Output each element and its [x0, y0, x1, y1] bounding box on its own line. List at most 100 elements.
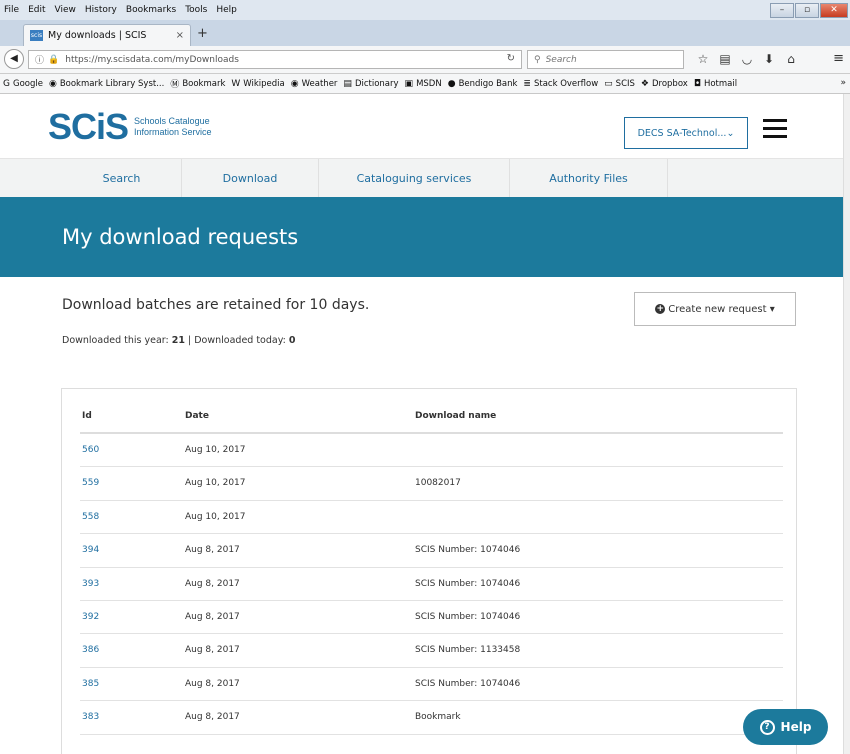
info-icon[interactable]: ⓘ [35, 53, 44, 66]
page-scrollbar[interactable] [843, 94, 850, 754]
create-request-button[interactable]: + Create new request ▾ [634, 292, 796, 326]
nav-authority-files[interactable]: Authority Files [510, 159, 668, 198]
question-icon: ? [759, 719, 775, 735]
table-row: 393 Aug 8, 2017 SCIS Number: 1074046 [80, 568, 783, 601]
msdn-icon: ▣ [404, 78, 414, 89]
site-nav: Search Download Cataloguing services Aut… [0, 158, 843, 198]
home-icon[interactable]: ⌂ [780, 52, 802, 66]
search-input[interactable] [545, 54, 666, 65]
back-icon[interactable]: ◀ [4, 49, 24, 69]
downloads-table: Id Date Download name 560 Aug 10, 2017 5… [61, 388, 797, 754]
new-tab-icon[interactable]: + [197, 26, 208, 41]
bookmark-item[interactable]: Ⓜ Bookmark [170, 77, 225, 91]
bookmark-item[interactable]: ◉ Bookmark Library Syst... [49, 79, 164, 89]
table-row: 386 Aug 8, 2017 SCIS Number: 1133458 [80, 634, 783, 668]
toolbar-icons: ☆ ▤ ◡ ⬇ ⌂ [692, 52, 802, 66]
row-date: Aug 8, 2017 [185, 545, 240, 556]
lock-icon: 🔒 [48, 54, 60, 65]
bookmarks-bar: G Google ◉ Bookmark Library Syst... Ⓜ Bookm… [0, 74, 850, 94]
table-row: 385 Aug 8, 2017 SCIS Number: 1074046 [80, 668, 783, 702]
row-id-link[interactable]: 383 [82, 712, 99, 722]
menu-help[interactable]: Help [216, 5, 237, 15]
menu-edit[interactable]: Edit [28, 5, 45, 15]
row-date: Aug 10, 2017 [185, 511, 246, 522]
header-id: Id [82, 411, 92, 421]
bookmark-item[interactable]: ▣ MSDN [405, 79, 442, 89]
bookmark-item[interactable]: ❖ Dropbox [641, 79, 688, 89]
logo-mark: SCiS [48, 106, 129, 147]
pocket-icon[interactable]: ◡ [736, 52, 758, 66]
today-count: 0 [288, 335, 296, 346]
search-icon: ⚲ [534, 54, 541, 65]
minimize-icon[interactable]: – [770, 3, 794, 18]
row-id-link[interactable]: 559 [82, 478, 99, 488]
row-id-link[interactable]: 386 [82, 645, 99, 655]
page-title: My download requests [62, 225, 299, 249]
bookmark-item[interactable]: W Wikipedia [231, 79, 284, 89]
reload-icon[interactable]: ↻ [507, 53, 515, 64]
bookmark-item[interactable]: ◉ Weather [291, 79, 338, 89]
bookmark-icon: Ⓜ [170, 80, 180, 90]
account-dropdown[interactable]: DECS SA-Technol... ⌄ [624, 117, 748, 149]
nav-cataloguing-services[interactable]: Cataloguing services [319, 159, 510, 198]
nav-search[interactable]: Search [62, 159, 182, 198]
row-id-link[interactable]: 560 [82, 445, 99, 455]
row-date: Aug 8, 2017 [185, 612, 240, 622]
browser-menu-icon[interactable]: ≡ [833, 51, 844, 66]
bookmark-item[interactable]: G Google [3, 79, 43, 89]
page-banner: My download requests [0, 197, 843, 277]
plus-circle-icon: + [655, 304, 666, 314]
help-button[interactable]: ? Help [743, 709, 828, 745]
hamburger-menu-icon[interactable] [763, 119, 787, 143]
wikipedia-icon: W [231, 78, 241, 89]
site-header: SCiS Schools Catalogue Information Servi… [0, 94, 843, 158]
row-name: Bookmark [415, 712, 461, 723]
tab-strip: scis My downloads | SCIS × + [0, 20, 850, 46]
weather-icon: ◉ [290, 78, 299, 89]
star-bookmark-icon[interactable]: ☆ [692, 52, 714, 66]
table-row: 392 Aug 8, 2017 SCIS Number: 1074046 [80, 601, 783, 635]
scis-logo[interactable]: SCiS Schools Catalogue Information Servi… [48, 109, 212, 145]
stackoverflow-icon: ≣ [523, 78, 531, 89]
menu-view[interactable]: View [55, 5, 76, 15]
bookmark-item[interactable]: ▤ Dictionary [343, 79, 398, 89]
menu-tools[interactable]: Tools [185, 5, 207, 15]
close-tab-icon[interactable]: × [176, 30, 184, 41]
menu-bookmarks[interactable]: Bookmarks [126, 5, 176, 15]
maximize-icon[interactable]: ▫ [795, 3, 819, 18]
menu-file[interactable]: File [4, 5, 19, 15]
row-date: Aug 8, 2017 [185, 712, 240, 723]
reading-list-icon[interactable]: ▤ [714, 52, 736, 66]
bookmark-item[interactable]: ◘ Hotmail [694, 79, 737, 89]
table-row: 383 Aug 8, 2017 Bookmark [80, 701, 783, 735]
scis-favicon-icon: scis [30, 30, 43, 41]
chevron-more-icon[interactable]: » [840, 78, 846, 88]
bookmark-item[interactable]: ▭ SCIS [604, 79, 635, 89]
header-date: Date [185, 411, 209, 421]
caret-down-icon: ▾ [766, 303, 775, 315]
url-bar[interactable]: ⓘ 🔒 https://my.scisdata.com/myDownloads … [28, 50, 522, 69]
table-row: 559 Aug 10, 2017 10082017 [80, 467, 783, 501]
row-date: Aug 8, 2017 [185, 678, 240, 689]
menu-bar: File Edit View History Bookmarks Tools H… [0, 0, 850, 20]
close-window-icon[interactable]: ✕ [820, 3, 848, 18]
row-name: SCIS Number: 1074046 [415, 545, 521, 556]
window-controls: – ▫ ✕ [769, 3, 848, 18]
row-date: Aug 10, 2017 [185, 478, 246, 489]
browser-search[interactable]: ⚲ [527, 50, 684, 69]
nav-download[interactable]: Download [182, 159, 319, 198]
row-id-link[interactable]: 385 [82, 679, 99, 689]
year-count: 21 [171, 335, 185, 346]
globe-icon: ◉ [48, 78, 57, 89]
row-id-link[interactable]: 392 [82, 612, 99, 622]
download-counts: Downloaded this year: 21 | Downloaded to… [62, 335, 296, 346]
row-id-link[interactable]: 393 [82, 579, 99, 589]
bookmark-item[interactable]: ≣ Stack Overflow [523, 79, 598, 89]
row-id-link[interactable]: 558 [82, 512, 99, 522]
download-icon[interactable]: ⬇ [758, 52, 780, 66]
menu-history[interactable]: History [85, 5, 117, 15]
dictionary-icon: ▤ [343, 78, 352, 89]
row-id-link[interactable]: 394 [82, 545, 99, 555]
browser-tab[interactable]: scis My downloads | SCIS × [23, 24, 191, 46]
bookmark-item[interactable]: ● Bendigo Bank [448, 79, 518, 89]
